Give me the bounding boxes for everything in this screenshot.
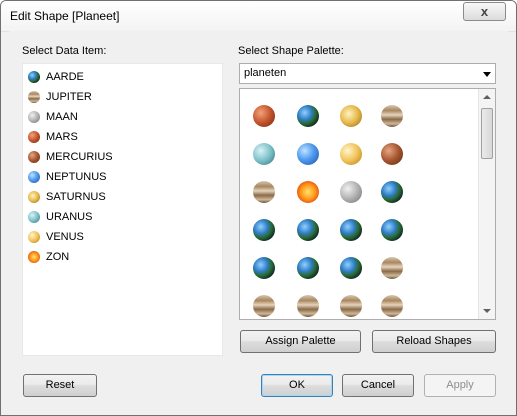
close-button[interactable]: x [463,2,506,21]
scroll-up-icon[interactable] [483,95,491,99]
jupiter-icon[interactable] [340,295,362,317]
dialog-title: Edit Shape [Planeet] [10,9,120,23]
jupiter-icon [28,91,40,103]
assign-palette-button[interactable]: Assign Palette [240,330,361,353]
earth-icon[interactable] [297,257,319,279]
jupiter-icon[interactable] [253,295,275,317]
chevron-down-icon [483,72,491,77]
mercury-icon [28,151,40,163]
uranus-icon [28,211,40,223]
close-icon: x [480,4,489,19]
earth-icon[interactable] [297,219,319,241]
jupiter-icon[interactable] [381,257,403,279]
earth-icon[interactable] [253,257,275,279]
earth-icon[interactable] [381,181,403,203]
moon-icon [28,111,40,123]
dialog-body: Select Data Item: AARDE JUPITER MAAN MARS ME… [9,31,508,405]
mars-icon[interactable] [253,105,275,127]
earth-icon[interactable] [253,219,275,241]
reload-shapes-button[interactable]: Reload Shapes [372,330,496,353]
list-item-label: SATURNUS [46,191,106,203]
list-item-label: ZON [46,251,70,263]
title-bar: Edit Shape [Planeet] x [1,1,516,32]
uranus-icon[interactable] [253,143,275,165]
shape-palette-dropdown[interactable]: planeten [239,63,496,84]
earth-icon[interactable] [381,219,403,241]
mercury-icon[interactable] [381,143,403,165]
list-item-label: MARS [46,131,78,143]
saturn-icon[interactable] [340,105,362,127]
saturn-icon [28,191,40,203]
scroll-thumb[interactable] [481,108,493,159]
jupiter-icon[interactable] [253,181,275,203]
moon-icon[interactable] [340,181,362,203]
list-item-label: NEPTUNUS [46,171,107,183]
ok-button[interactable]: OK [261,374,333,397]
list-item-label: JUPITER [46,91,92,103]
jupiter-icon[interactable] [381,105,403,127]
mars-icon [28,131,40,143]
list-item-label: MAAN [46,111,78,123]
shape-palette-selected: planeten [244,67,287,79]
list-item-label: VENUS [46,231,84,243]
scroll-down-icon[interactable] [483,309,491,313]
list-item-label: MERCURIUS [46,151,113,163]
earth-icon[interactable] [297,105,319,127]
venus-icon [28,231,40,243]
cancel-button[interactable]: Cancel [342,374,414,397]
neptune-icon[interactable] [297,143,319,165]
shape-palette-label: Select Shape Palette: [238,45,344,57]
jupiter-icon[interactable] [381,295,403,317]
list-item-label: URANUS [46,211,93,223]
sun-icon[interactable] [297,181,319,203]
jupiter-icon[interactable] [297,295,319,317]
edit-shape-dialog: Edit Shape [Planeet] x Select Data Item:… [0,0,517,416]
apply-button: Apply [424,374,496,397]
list-item-label: AARDE [46,71,84,83]
data-item-list[interactable]: AARDE JUPITER MAAN MARS MERCURIUS NEPTUNUS SAT… [22,63,223,356]
reset-button[interactable]: Reset [23,374,97,397]
palette-scrollbar[interactable] [478,89,495,319]
neptune-icon [28,171,40,183]
shape-palette-grid[interactable] [239,88,496,320]
sun-icon [28,251,40,263]
earth-icon [28,71,40,83]
venus-icon[interactable] [340,143,362,165]
data-item-label: Select Data Item: [22,45,107,57]
earth-icon[interactable] [340,219,362,241]
earth-icon[interactable] [340,257,362,279]
